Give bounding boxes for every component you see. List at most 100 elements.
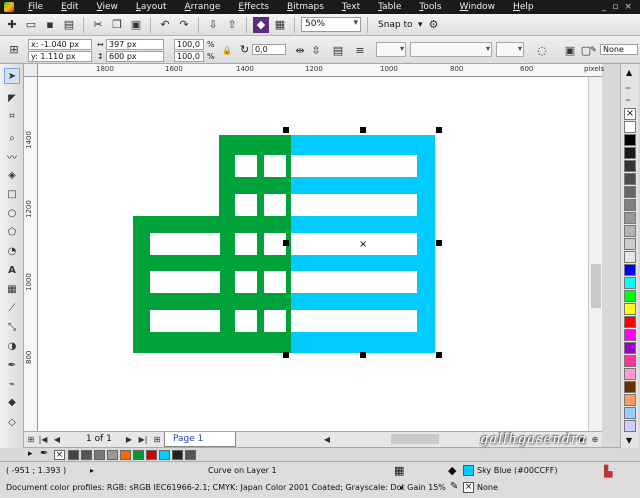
x-position-field[interactable]: x: -1.040 px — [28, 39, 92, 50]
document-palette-swatch[interactable] — [68, 450, 79, 460]
rotation-angle-field[interactable]: 0,0 — [252, 44, 286, 55]
no-color-swatch[interactable]: × — [624, 108, 636, 120]
resize-handle-ne[interactable] — [436, 127, 442, 133]
next-page-icon[interactable]: ▶ — [124, 434, 134, 445]
menu-layout[interactable]: Layout — [126, 2, 175, 12]
y-position-field[interactable]: y: 1.110 px — [28, 51, 92, 62]
interactive-fill-tool-icon[interactable]: ◇ — [4, 414, 20, 430]
parallel-dimension-tool-icon[interactable]: ⟋ — [4, 300, 20, 316]
pick-tool-icon[interactable]: ➤ — [4, 68, 20, 84]
menu-text[interactable]: Text — [332, 2, 368, 12]
center-marker-icon[interactable]: × — [359, 239, 367, 250]
palette-swatch[interactable] — [624, 381, 636, 393]
resize-handle-nw[interactable] — [283, 127, 289, 133]
paste-icon[interactable]: ▣ — [128, 17, 144, 33]
palette-scroll-up-icon[interactable]: ▲ — [626, 68, 632, 77]
first-page-icon[interactable]: |◀ — [38, 434, 48, 445]
resize-handle-w[interactable] — [283, 240, 289, 246]
palette-swatch[interactable] — [624, 199, 636, 211]
outline-width-field[interactable]: None — [600, 44, 638, 55]
to-front-icon[interactable]: ▣ — [562, 42, 578, 58]
minimize-button[interactable]: _ — [602, 2, 607, 12]
line-end-dropdown[interactable] — [496, 42, 524, 57]
undo-icon[interactable]: ↶ — [157, 17, 173, 33]
palette-swatch[interactable] — [624, 342, 636, 354]
resize-handle-e[interactable] — [436, 240, 442, 246]
outline-style-dropdown[interactable] — [410, 42, 492, 57]
palette-swatch[interactable] — [624, 238, 636, 250]
document-palette-swatch[interactable] — [185, 450, 196, 460]
palette-swatch[interactable] — [624, 147, 636, 159]
vertical-scroll-thumb[interactable] — [591, 264, 601, 308]
palette-swatch[interactable] — [624, 264, 636, 276]
options-icon[interactable]: ⚙ — [426, 17, 442, 33]
resize-handle-se[interactable] — [436, 352, 442, 358]
print-icon[interactable]: ▤ — [61, 17, 77, 33]
palette-swatch[interactable] — [624, 290, 636, 302]
width-field[interactable]: 397 px — [106, 39, 164, 50]
ruler-origin[interactable] — [24, 64, 38, 77]
menu-file[interactable]: File — [18, 2, 51, 12]
snap-to-dropdown[interactable]: Snap to — [374, 20, 423, 30]
palette-swatch[interactable] — [624, 160, 636, 172]
blend-tool-icon[interactable]: ◑ — [4, 338, 20, 354]
save-icon[interactable]: ▪ — [42, 17, 58, 33]
resize-handle-n[interactable] — [360, 127, 366, 133]
export-icon[interactable]: ⇧ — [224, 17, 240, 33]
palette-swatch[interactable] — [624, 420, 636, 432]
no-color-swatch[interactable]: × — [54, 450, 65, 460]
import-icon[interactable]: ⇩ — [205, 17, 221, 33]
fill-tool-icon[interactable]: ◆ — [4, 394, 20, 410]
smart-fill-tool-icon[interactable]: ◈ — [4, 167, 20, 183]
fill-color-swatch[interactable] — [463, 465, 474, 476]
horizontal-scroll-thumb[interactable] — [391, 434, 439, 444]
eyedropper-icon[interactable]: ✒ — [625, 96, 632, 105]
palette-swatch[interactable] — [624, 316, 636, 328]
shape-tool-icon[interactable]: ◤ — [4, 90, 20, 106]
scale-width-field[interactable]: 100,0 — [174, 39, 204, 50]
menu-tools[interactable]: Tools — [409, 2, 449, 12]
menu-edit[interactable]: Edit — [51, 2, 86, 12]
polygon-tool-icon[interactable]: ⬠ — [4, 224, 20, 240]
last-page-icon[interactable]: ▶| — [138, 434, 148, 445]
eyedropper-icon[interactable]: ✒ — [40, 448, 48, 459]
close-path-icon[interactable]: ◌ — [534, 42, 550, 58]
menu-help[interactable]: Help — [503, 2, 542, 12]
mirror-horizontal-icon[interactable]: ⇹ — [292, 42, 308, 58]
menu-arrange[interactable]: Arrange — [175, 2, 229, 12]
palette-swatch[interactable] — [624, 121, 636, 133]
menu-effects[interactable]: Effects — [228, 2, 277, 12]
status-expand-icon[interactable]: ▸ — [400, 483, 404, 492]
lock-ratio-icon[interactable]: 🔒 — [222, 45, 232, 56]
outline-tool-icon[interactable]: ⌁ — [4, 376, 20, 392]
menu-view[interactable]: View — [87, 2, 126, 12]
basic-shapes-tool-icon[interactable]: ◔ — [4, 243, 20, 259]
palette-swatch[interactable] — [624, 329, 636, 341]
palette-swatch[interactable] — [624, 407, 636, 419]
mirror-vertical-icon[interactable]: ⇳ — [308, 42, 324, 58]
page-tab[interactable]: Page 1 — [164, 432, 236, 447]
restore-button[interactable]: ▫ — [612, 2, 618, 12]
document-palette-swatch[interactable] — [120, 450, 131, 460]
menu-window[interactable]: Window — [450, 2, 504, 12]
menu-table[interactable]: Table — [368, 2, 409, 12]
add-page-icon[interactable]: ⊞ — [152, 434, 162, 445]
document-palette-swatch[interactable] — [159, 450, 170, 460]
table-tool-icon[interactable]: ▦ — [4, 281, 20, 297]
freehand-tool-icon[interactable]: 〰 — [4, 148, 20, 164]
drawing-canvas[interactable]: × — [38, 77, 588, 431]
palette-swatch[interactable] — [624, 212, 636, 224]
open-folder-icon[interactable]: ▭ — [23, 17, 39, 33]
document-palette-menu-icon[interactable]: ▸ — [28, 449, 33, 459]
color-profiles-info[interactable]: Document color profiles: RGB: sRGB IEC61… — [6, 483, 446, 492]
zoom-tool-icon[interactable]: ⌕ — [4, 130, 20, 146]
document-palette-swatch[interactable] — [133, 450, 144, 460]
document-palette-swatch[interactable] — [107, 450, 118, 460]
text-wrap-icon[interactable]: ▤ — [330, 42, 346, 58]
palette-swatch[interactable] — [624, 173, 636, 185]
crop-tool-icon[interactable]: ⌗ — [4, 108, 20, 124]
palette-swatch[interactable] — [624, 277, 636, 289]
palette-swatch[interactable] — [624, 355, 636, 367]
zoom-navigator-icon[interactable]: ⊕ — [590, 434, 600, 445]
rectangle-tool-icon[interactable]: □ — [4, 186, 20, 202]
